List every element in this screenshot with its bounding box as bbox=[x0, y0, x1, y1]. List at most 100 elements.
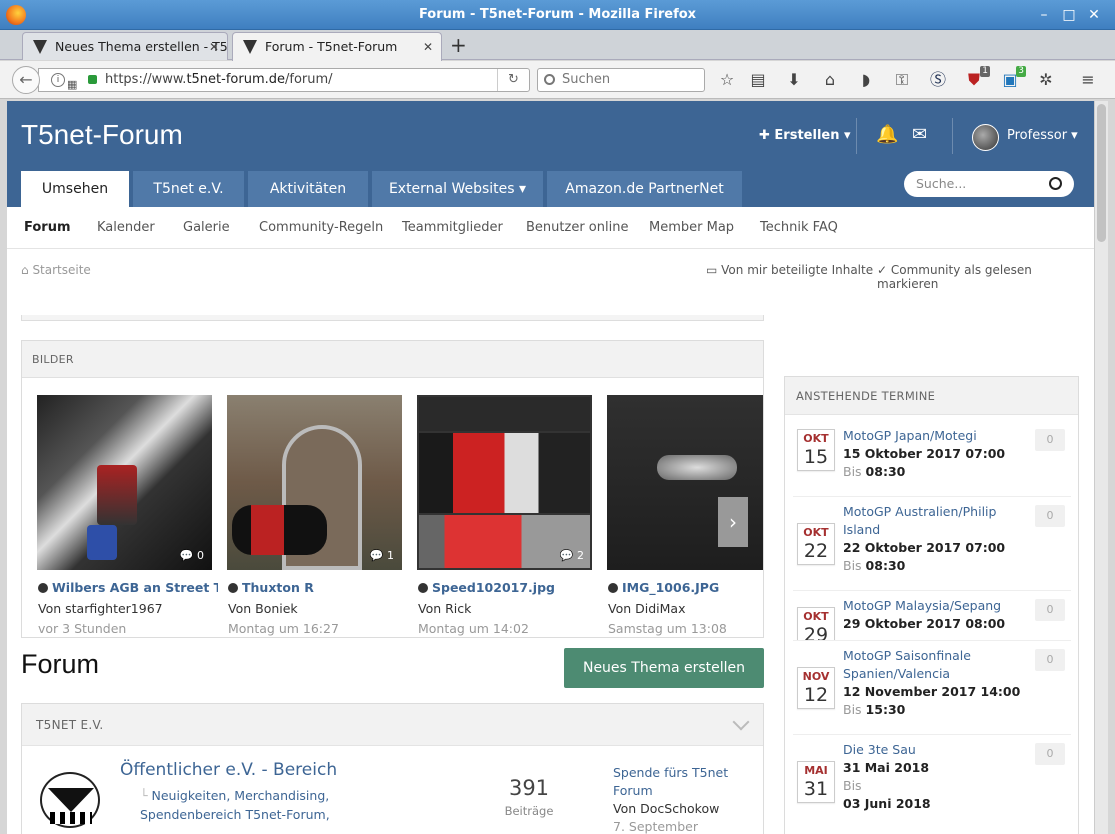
nav-tab-t5net-ev[interactable]: T5net e.V. bbox=[133, 171, 244, 207]
skype-extension-icon[interactable]: ▣ 3 bbox=[1000, 66, 1026, 90]
post-count: 391 Beiträge bbox=[492, 776, 566, 818]
bookmark-star-icon[interactable]: ☆ bbox=[717, 70, 737, 90]
image-time: vor 3 Stunden bbox=[38, 621, 127, 636]
mark-read-link[interactable]: ✓ Community als gelesen markieren bbox=[877, 263, 1094, 291]
image-author[interactable]: Von Rick bbox=[418, 601, 471, 616]
url-bar[interactable]: i ▦ https://www.t5net-forum.de/forum/ ↻ bbox=[38, 68, 530, 92]
event-title-link[interactable]: MotoGP Japan/Motegi bbox=[843, 427, 1023, 445]
image-author[interactable]: Von starfighter1967 bbox=[38, 601, 163, 616]
info-icon[interactable]: i bbox=[51, 73, 65, 87]
subnav-benutzer-online[interactable]: Benutzer online bbox=[526, 220, 628, 235]
subnav-forum[interactable]: Forum bbox=[24, 220, 71, 235]
close-tab-icon[interactable]: ✕ bbox=[423, 33, 433, 61]
category-header[interactable]: T5NET E.V. bbox=[22, 704, 763, 746]
comment-count: 💬 1 bbox=[369, 549, 394, 562]
tab-new-topic[interactable]: Neues Thema erstellen - T5 ✕ bbox=[22, 32, 228, 60]
forum-title-link[interactable]: Öffentlicher e.V. - Bereich bbox=[120, 760, 337, 780]
event-item[interactable]: OKT 15 MotoGP Japan/Motegi 15 Oktober 201… bbox=[793, 421, 1071, 497]
user-avatar[interactable] bbox=[972, 124, 999, 151]
image-title-link[interactable]: Thuxton R bbox=[228, 580, 408, 595]
event-title-link[interactable]: MotoGP Australien/Philip Island bbox=[843, 503, 1023, 539]
minimize-button[interactable]: – bbox=[1033, 0, 1055, 30]
create-label: Erstellen bbox=[774, 128, 840, 143]
site-search-input[interactable]: Suche... bbox=[904, 171, 1074, 197]
images-widget: BILDER 💬 0 💬 1 💬 2 › Wilbers AGB an Stre… bbox=[21, 340, 764, 638]
forum-logo bbox=[40, 772, 100, 828]
event-title-link[interactable]: MotoGP Saisonfinale Spanien/Valencia bbox=[843, 647, 1023, 683]
s-extension-icon[interactable]: Ⓢ bbox=[928, 70, 948, 90]
site-title[interactable]: T5net-Forum bbox=[21, 119, 183, 151]
image-title-link[interactable]: IMG_1006.JPG bbox=[608, 580, 763, 595]
event-item[interactable]: NOV 12 MotoGP Saisonfinale Spanien/Valenc… bbox=[793, 641, 1071, 735]
subnav-community-regeln[interactable]: Community-Regeln bbox=[259, 220, 383, 235]
event-item[interactable]: OKT 22 MotoGP Australien/Philip Island 22… bbox=[793, 497, 1071, 591]
browser-search-input[interactable]: Suchen bbox=[537, 68, 705, 92]
subnav-teammitglieder[interactable]: Teammitglieder bbox=[402, 220, 503, 235]
notifications-bell-icon[interactable]: 🔔 bbox=[876, 124, 898, 145]
messages-envelope-icon[interactable]: ✉ bbox=[912, 124, 927, 145]
last-post-author[interactable]: Von DocSchokow bbox=[613, 800, 763, 818]
page-title: Forum bbox=[21, 649, 100, 679]
key-extension-icon[interactable]: ⚿ bbox=[892, 70, 912, 90]
home-icon[interactable]: ⌂ bbox=[820, 70, 840, 90]
reload-icon[interactable]: ↻ bbox=[497, 69, 529, 91]
tab-forum[interactable]: Forum - T5net-Forum ✕ bbox=[232, 32, 442, 61]
image-author[interactable]: Von DidiMax bbox=[608, 601, 685, 616]
image-author[interactable]: Von Boniek bbox=[228, 601, 298, 616]
event-title-link[interactable]: MotoGP Malaysia/Sepang bbox=[843, 597, 1023, 615]
event-date: 31 Mai 2018 bbox=[843, 760, 930, 775]
carousel-next-button[interactable]: › bbox=[718, 497, 748, 547]
gallery-image-2[interactable]: 💬 1 bbox=[227, 395, 402, 570]
gallery-image-1[interactable]: 💬 0 bbox=[37, 395, 212, 570]
user-name: Professor bbox=[1007, 128, 1068, 143]
image-time: Samstag um 13:08 bbox=[608, 621, 727, 636]
back-button[interactable]: ← bbox=[12, 66, 40, 94]
search-icon[interactable] bbox=[1049, 177, 1062, 190]
create-button[interactable]: ✚ Erstellen ▾ bbox=[759, 128, 851, 143]
event-details: MotoGP Malaysia/Sepang 29 Oktober 2017 0… bbox=[843, 597, 1023, 633]
permissions-icon[interactable]: ▦ bbox=[67, 74, 77, 96]
user-menu[interactable]: Professor ▾ bbox=[1007, 128, 1078, 143]
event-title-link[interactable]: Die 3te Sau bbox=[843, 741, 1023, 759]
gallery-image-3[interactable]: 💬 2 bbox=[417, 395, 592, 570]
subnav-technik-faq[interactable]: Technik FAQ bbox=[760, 220, 838, 235]
last-post-title[interactable]: Spende fürs T5net Forum bbox=[613, 764, 763, 800]
hamburger-menu-icon[interactable]: ≡ bbox=[1078, 70, 1098, 90]
subnav-galerie[interactable]: Galerie bbox=[183, 220, 230, 235]
blue-spring-shape bbox=[87, 525, 117, 560]
maximize-button[interactable]: □ bbox=[1058, 0, 1080, 30]
subforum-indent-icon: └ bbox=[140, 788, 152, 803]
subforum-links[interactable]: └ Neuigkeiten, Merchandising, Spendenber… bbox=[140, 786, 410, 824]
image-title-link[interactable]: Speed102017.jpg bbox=[418, 580, 598, 595]
puzzle-extension-icon[interactable]: ✲ bbox=[1036, 70, 1056, 90]
subnav-member-map[interactable]: Member Map bbox=[649, 220, 734, 235]
nav-tab-external-websites[interactable]: External Websites ▾ bbox=[372, 171, 543, 207]
close-window-button[interactable]: ✕ bbox=[1083, 0, 1105, 30]
url-path: /forum/ bbox=[285, 72, 333, 87]
close-tab-icon[interactable]: ✕ bbox=[209, 33, 219, 60]
nav-tab-aktivitaeten[interactable]: Aktivitäten bbox=[248, 171, 368, 207]
event-item[interactable]: MAI 31 Die 3te Sau 31 Mai 2018 Bis 03 Jun… bbox=[793, 735, 1071, 829]
search-placeholder: Suchen bbox=[562, 72, 611, 87]
scrollbar-thumb[interactable] bbox=[1097, 104, 1106, 242]
breadcrumb[interactable]: ⌂ Startseite bbox=[21, 263, 91, 277]
reading-list-icon[interactable]: ▤ bbox=[748, 70, 768, 90]
nav-tab-amazon[interactable]: Amazon.de PartnerNet bbox=[547, 171, 742, 207]
user-dot-icon bbox=[418, 583, 428, 593]
nav-tab-umsehen[interactable]: Umsehen bbox=[21, 171, 129, 207]
new-topic-button[interactable]: Neues Thema erstellen bbox=[564, 648, 764, 688]
event-until-label: Bis bbox=[843, 778, 862, 793]
pocket-icon[interactable]: ◗ bbox=[856, 70, 876, 90]
events-header: ANSTEHENDE TERMINE bbox=[785, 377, 1078, 415]
download-icon[interactable]: ⬇ bbox=[784, 70, 804, 90]
event-item[interactable]: OKT 29 MotoGP Malaysia/Sepang 29 Oktober … bbox=[793, 591, 1071, 641]
header-divider bbox=[952, 118, 953, 154]
subnav-kalender[interactable]: Kalender bbox=[97, 220, 155, 235]
ublock-icon[interactable]: ⛊ 1 bbox=[964, 66, 990, 90]
last-post-date: 7. September bbox=[613, 819, 698, 834]
page-scrollbar[interactable] bbox=[1094, 101, 1108, 834]
new-tab-button[interactable]: + bbox=[450, 33, 467, 57]
image-title-link[interactable]: Wilbers AGB an Street Tri... bbox=[38, 580, 218, 595]
my-content-link[interactable]: ▭ Von mir beteiligte Inhalte bbox=[706, 263, 873, 277]
breadcrumb-home: Startseite bbox=[32, 263, 91, 277]
